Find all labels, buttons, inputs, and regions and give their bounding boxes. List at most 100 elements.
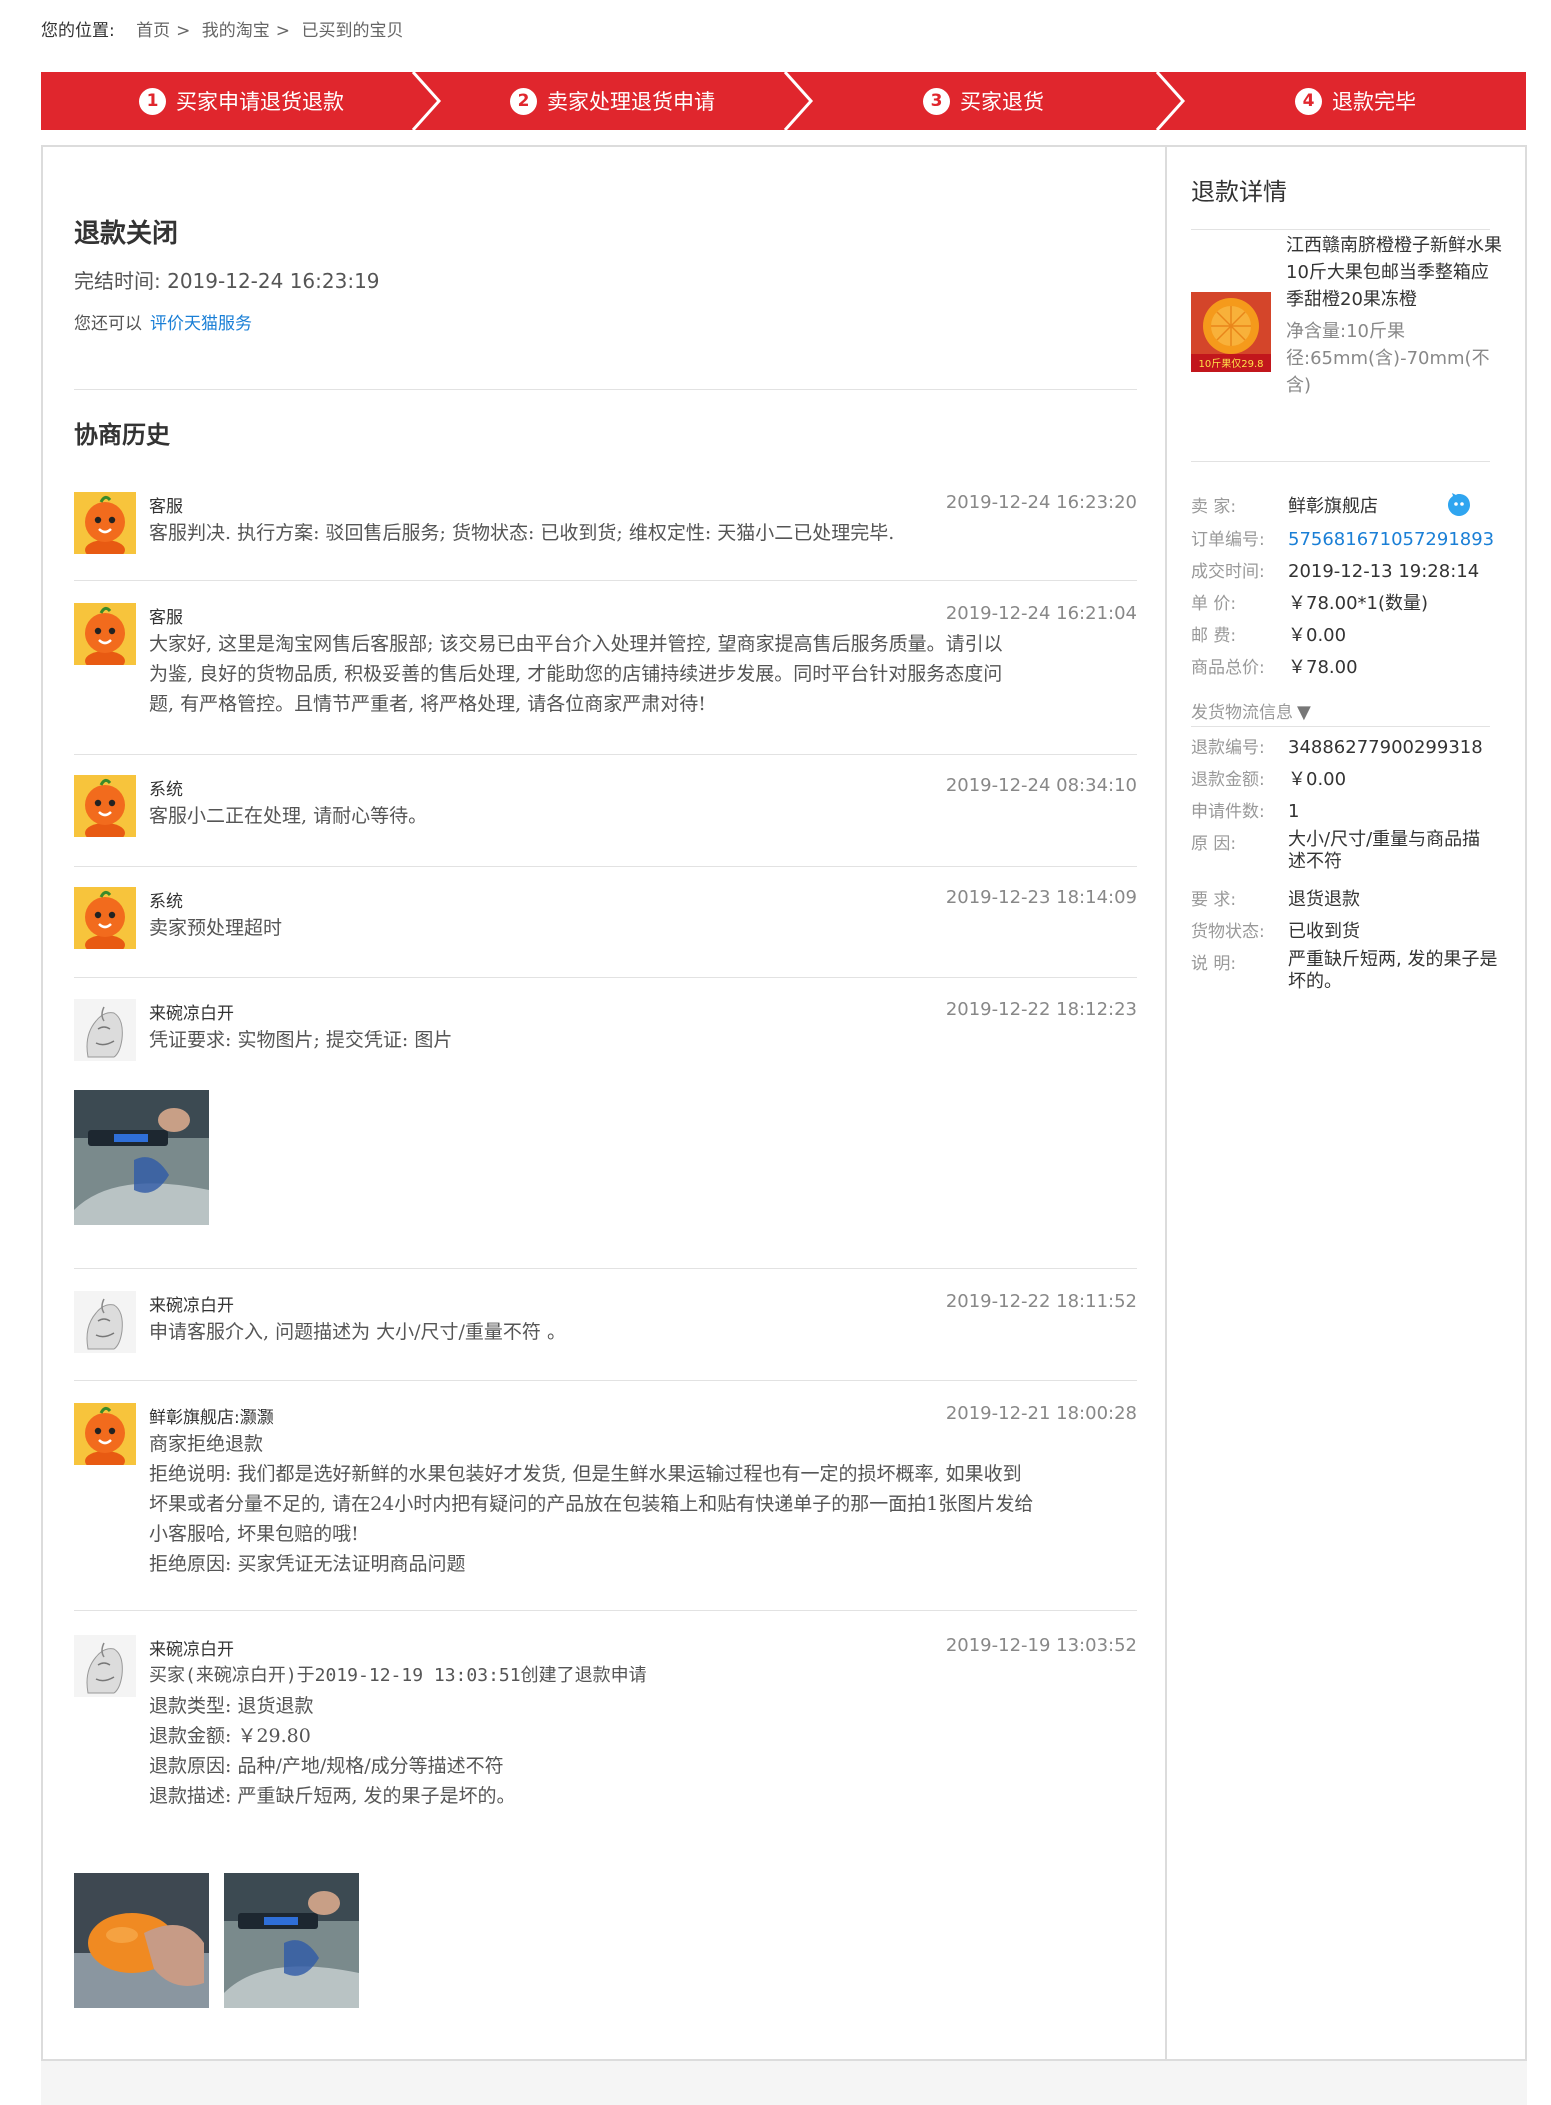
message-line: 客服判决. 执行方案: 驳回售后服务; 货物状态: 已收到货; 维权定性: 天猫…	[149, 522, 895, 544]
message-body: 卖家预处理超时	[149, 913, 1137, 943]
breadcrumb-home-link[interactable]: 首页	[136, 21, 170, 41]
avatar-icon	[74, 1403, 136, 1465]
rate-service-link[interactable]: 评价天猫服务	[150, 314, 252, 334]
rate-service-label: 您还可以	[74, 314, 142, 334]
evidence-photo[interactable]	[74, 1873, 209, 2008]
refund-main-panel: 退款关闭 完结时间: 2019-12-24 16:23:19 您还可以 评价天猫服…	[41, 145, 1527, 2061]
request-value: 退货退款	[1288, 889, 1360, 910]
message-author: 来碗凉白开	[149, 1296, 234, 1316]
history-message: 系统 2019-12-23 18:14:09 卖家预处理超时	[74, 887, 1137, 949]
step-label: 买家申请退货退款	[176, 90, 344, 114]
section-divider	[74, 389, 1137, 390]
reason-row: 原 因: 大小/尺寸/重量与商品描述不符	[1191, 829, 1498, 873]
refund-progress-steps: 1 买家申请退货退款 2 卖家处理退货申请 3 买家退货 4 退款完毕	[41, 72, 1526, 130]
seller-name[interactable]: 鲜彰旗舰店	[1288, 496, 1378, 517]
message-time: 2019-12-22 18:12:23	[945, 999, 1137, 1020]
message-author: 系统	[149, 892, 183, 912]
message-body: 客服判决. 执行方案: 驳回售后服务; 货物状态: 已收到货; 维权定性: 天猫…	[149, 518, 1137, 548]
message-author: 系统	[149, 780, 183, 800]
message-line: 拒绝原因: 买家凭证无法证明商品问题	[149, 1553, 466, 1575]
message-divider	[74, 866, 1137, 867]
logistics-label: 发货物流信息	[1191, 703, 1293, 723]
breadcrumb-my-taobao-link[interactable]: 我的淘宝	[202, 21, 270, 41]
total-row: 商品总价: ￥78.00	[1191, 653, 1358, 679]
step-2: 2 卖家处理退货申请	[510, 72, 715, 130]
message-body: 申请客服介入, 问题描述为 大小/尺寸/重量不符 。	[149, 1317, 1137, 1347]
rate-service-prompt: 您还可以 评价天猫服务	[74, 309, 252, 334]
refund-no-label: 退款编号:	[1191, 738, 1265, 758]
avatar-icon	[74, 887, 136, 949]
message-time: 2019-12-24 16:21:04	[945, 603, 1137, 624]
message-divider	[74, 1610, 1137, 1611]
deal-time-label: 成交时间:	[1191, 562, 1265, 582]
evidence-photo[interactable]	[224, 1873, 359, 2008]
refund-no-row: 退款编号: 34886277900299318	[1191, 733, 1483, 758]
history-message: 客服 2019-12-24 16:21:04 大家好, 这里是淘宝网售后客服部; …	[74, 603, 1137, 715]
message-divider	[74, 977, 1137, 978]
step-label: 退款完毕	[1332, 90, 1416, 114]
order-no-link[interactable]: 575681671057291893	[1288, 529, 1494, 550]
breadcrumb-label: 您的位置:	[41, 21, 115, 41]
refund-status-title: 退款关闭	[74, 219, 179, 249]
message-line: 买家(来碗凉白开)于2019-12-19 13:03:51创建了退款申请	[149, 1665, 647, 1686]
product-title-link[interactable]: 江西赣南脐橙橙子新鲜水果10斤大果包邮当季整箱应季甜橙20果冻橙	[1286, 232, 1506, 313]
step-number: 3	[923, 87, 950, 115]
message-author: 客服	[149, 608, 183, 628]
message-divider	[74, 754, 1137, 755]
history-message: 来碗凉白开 2019-12-22 18:12:23 凭证要求: 实物图片; 提交凭证…	[74, 999, 1137, 1061]
message-body: 客服小二正在处理, 请耐心等待。	[149, 801, 1137, 831]
history-message: 来碗凉白开 2019-12-19 13:03:52 买家(来碗凉白开)于2019-1…	[74, 1635, 1137, 1807]
seller-row: 卖 家: 鲜彰旗舰店	[1191, 492, 1378, 518]
postage-row: 邮 费: ￥0.00	[1191, 621, 1346, 647]
breadcrumb-bought-items-link[interactable]: 已买到的宝贝	[301, 21, 403, 41]
detail-divider	[1191, 461, 1490, 462]
detail-divider	[1191, 726, 1490, 727]
logistics-toggle[interactable]: 发货物流信息 ▼	[1191, 698, 1311, 723]
finish-time-label: 完结时间:	[74, 269, 161, 293]
note-row: 说 明: 严重缺斤短两, 发的果子是坏的。	[1191, 949, 1498, 993]
message-line: 坏果或者分量不足的, 请在24小时内把有疑问的产品放在包装箱上和贴有快递单子的那…	[149, 1493, 1034, 1515]
postage-label: 邮 费:	[1191, 626, 1237, 646]
goods-status-value: 已收到货	[1288, 921, 1360, 942]
step-1: 1 买家申请退货退款	[139, 72, 344, 130]
finish-time-value: 2019-12-24 16:23:19	[167, 269, 380, 293]
evidence-photo[interactable]	[74, 1090, 209, 1225]
chat-icon[interactable]	[1446, 492, 1472, 518]
message-line: 退款原因: 品种/产地/规格/成分等描述不符	[149, 1755, 504, 1777]
history-message: 鲜彰旗舰店:灏灏 2019-12-21 18:00:28 商家拒绝退款 拒绝说明: 我…	[74, 1403, 1137, 1575]
step-number: 4	[1295, 87, 1322, 115]
finish-time: 完结时间: 2019-12-24 16:23:19	[74, 265, 380, 294]
product-spec: 净含量:10斤果径:65mm(含)-70mm(不含)	[1286, 321, 1490, 396]
history-message: 系统 2019-12-24 08:34:10 客服小二正在处理, 请耐心等待。	[74, 775, 1137, 837]
message-time: 2019-12-22 18:11:52	[945, 1291, 1137, 1312]
step-label: 卖家处理退货申请	[547, 90, 715, 114]
message-line: 客服小二正在处理, 请耐心等待。	[149, 805, 428, 827]
message-body: 凭证要求: 实物图片; 提交凭证: 图片	[149, 1025, 1137, 1055]
detail-divider	[1191, 229, 1490, 230]
step-number: 2	[510, 87, 537, 115]
message-time: 2019-12-24 16:23:20	[945, 492, 1137, 513]
message-line: 退款描述: 严重缺斤短两, 发的果子是坏的。	[149, 1785, 516, 1807]
apply-count-value: 1	[1288, 801, 1300, 822]
product-thumbnail[interactable]: 10斤果仅29.8	[1191, 292, 1271, 372]
note-label: 说 明:	[1191, 954, 1237, 974]
avatar-icon	[74, 1635, 136, 1697]
message-body: 买家(来碗凉白开)于2019-12-19 13:03:51创建了退款申请 退款类型…	[149, 1661, 1137, 1811]
total-label: 商品总价:	[1191, 658, 1265, 678]
unit-price-value: ￥78.00*1(数量)	[1288, 593, 1429, 614]
request-row: 要 求: 退货退款	[1191, 885, 1360, 911]
refund-no-value: 34886277900299318	[1288, 737, 1483, 758]
refund-amount-row: 退款金额: ￥0.00	[1191, 765, 1346, 791]
avatar-icon	[74, 1291, 136, 1353]
avatar-icon	[74, 603, 136, 665]
message-time: 2019-12-23 18:14:09	[945, 887, 1137, 908]
footer-strip	[41, 2061, 1527, 2105]
triangle-down-icon: ▼	[1297, 702, 1311, 723]
message-body: 大家好, 这里是淘宝网售后客服部; 该交易已由平台介入处理并管控, 望商家提高售…	[149, 629, 1137, 719]
step-number: 1	[139, 87, 166, 115]
message-author: 来碗凉白开	[149, 1640, 234, 1660]
message-line: 退款类型: 退货退款	[149, 1695, 314, 1717]
order-no-row: 订单编号: 575681671057291893	[1191, 525, 1494, 550]
reason-value: 大小/尺寸/重量与商品描述不符	[1288, 829, 1481, 872]
message-divider	[74, 1268, 1137, 1269]
